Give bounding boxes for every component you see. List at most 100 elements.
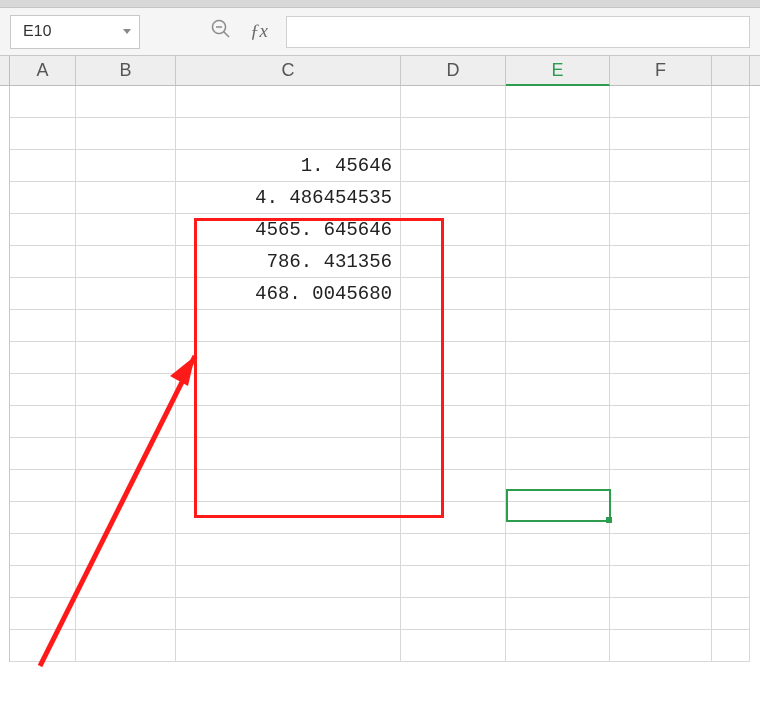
cell[interactable]	[401, 310, 506, 342]
cell[interactable]	[712, 86, 750, 118]
cell[interactable]	[506, 182, 610, 214]
cell[interactable]	[506, 470, 610, 502]
cell[interactable]	[401, 342, 506, 374]
cell[interactable]	[506, 214, 610, 246]
cell[interactable]	[76, 86, 176, 118]
cell[interactable]	[10, 598, 76, 630]
cell[interactable]	[712, 374, 750, 406]
cell[interactable]	[401, 182, 506, 214]
cell[interactable]	[10, 278, 76, 310]
cell[interactable]	[176, 406, 401, 438]
cell[interactable]	[712, 470, 750, 502]
cell[interactable]	[401, 278, 506, 310]
cell-C6[interactable]: 786. 431356	[176, 246, 401, 278]
cell[interactable]	[10, 214, 76, 246]
cell[interactable]	[506, 598, 610, 630]
cell[interactable]	[10, 118, 76, 150]
cell[interactable]	[610, 502, 712, 534]
cell[interactable]	[610, 342, 712, 374]
cell[interactable]	[401, 470, 506, 502]
cell[interactable]	[712, 406, 750, 438]
cell[interactable]	[712, 438, 750, 470]
cell[interactable]	[401, 246, 506, 278]
cell[interactable]	[506, 406, 610, 438]
cell[interactable]	[712, 278, 750, 310]
cell[interactable]	[610, 598, 712, 630]
cell[interactable]	[712, 246, 750, 278]
cell[interactable]	[506, 86, 610, 118]
cell[interactable]	[506, 534, 610, 566]
cell[interactable]	[10, 310, 76, 342]
cell[interactable]	[76, 342, 176, 374]
cell[interactable]	[506, 118, 610, 150]
cell[interactable]	[712, 310, 750, 342]
cell[interactable]	[401, 406, 506, 438]
cell[interactable]	[610, 86, 712, 118]
cell[interactable]	[10, 342, 76, 374]
col-header-E[interactable]: E	[506, 56, 610, 86]
cell[interactable]	[176, 342, 401, 374]
cell-C3[interactable]: 1. 45646	[176, 150, 401, 182]
cell[interactable]	[401, 150, 506, 182]
cell[interactable]	[401, 502, 506, 534]
cell[interactable]	[610, 438, 712, 470]
cell[interactable]	[76, 118, 176, 150]
cell[interactable]	[76, 310, 176, 342]
cell-C7[interactable]: 468. 0045680	[176, 278, 401, 310]
cell[interactable]	[610, 246, 712, 278]
cell[interactable]	[176, 566, 401, 598]
cell[interactable]	[610, 406, 712, 438]
cell[interactable]	[176, 502, 401, 534]
name-box[interactable]: E10	[10, 15, 140, 49]
select-all-corner[interactable]	[0, 56, 10, 85]
cell[interactable]	[506, 150, 610, 182]
cell[interactable]	[401, 566, 506, 598]
cell[interactable]	[76, 502, 176, 534]
cell[interactable]	[610, 182, 712, 214]
cell[interactable]	[10, 150, 76, 182]
cell[interactable]	[506, 630, 610, 662]
cell[interactable]	[76, 470, 176, 502]
cell[interactable]	[10, 502, 76, 534]
cell[interactable]	[10, 630, 76, 662]
cell[interactable]	[10, 438, 76, 470]
cell[interactable]	[712, 502, 750, 534]
cell[interactable]	[176, 438, 401, 470]
cell[interactable]	[506, 342, 610, 374]
cell[interactable]	[401, 598, 506, 630]
col-header-B[interactable]: B	[76, 56, 176, 85]
cell[interactable]	[401, 374, 506, 406]
cell[interactable]	[506, 374, 610, 406]
cell[interactable]	[176, 118, 401, 150]
cell[interactable]	[610, 214, 712, 246]
cell[interactable]	[506, 566, 610, 598]
zoom-icon[interactable]	[210, 18, 232, 46]
cell[interactable]	[176, 534, 401, 566]
cell[interactable]	[712, 342, 750, 374]
cell[interactable]	[76, 534, 176, 566]
cell[interactable]	[610, 630, 712, 662]
cell[interactable]	[712, 534, 750, 566]
cell[interactable]	[610, 118, 712, 150]
cell[interactable]	[76, 278, 176, 310]
cell[interactable]	[401, 118, 506, 150]
cell[interactable]	[401, 438, 506, 470]
cell[interactable]	[176, 470, 401, 502]
cell[interactable]	[712, 566, 750, 598]
cell[interactable]	[506, 246, 610, 278]
cell[interactable]	[176, 310, 401, 342]
cell[interactable]	[712, 630, 750, 662]
cell[interactable]	[76, 214, 176, 246]
cell[interactable]	[176, 374, 401, 406]
col-header-F[interactable]: F	[610, 56, 712, 85]
cell[interactable]	[401, 630, 506, 662]
cell-C4[interactable]: 4. 486454535	[176, 182, 401, 214]
cell[interactable]	[76, 438, 176, 470]
cell[interactable]	[176, 86, 401, 118]
cell[interactable]	[76, 406, 176, 438]
cell[interactable]	[506, 438, 610, 470]
cell[interactable]	[610, 310, 712, 342]
cell[interactable]	[712, 150, 750, 182]
cell[interactable]	[10, 406, 76, 438]
cell[interactable]	[76, 150, 176, 182]
